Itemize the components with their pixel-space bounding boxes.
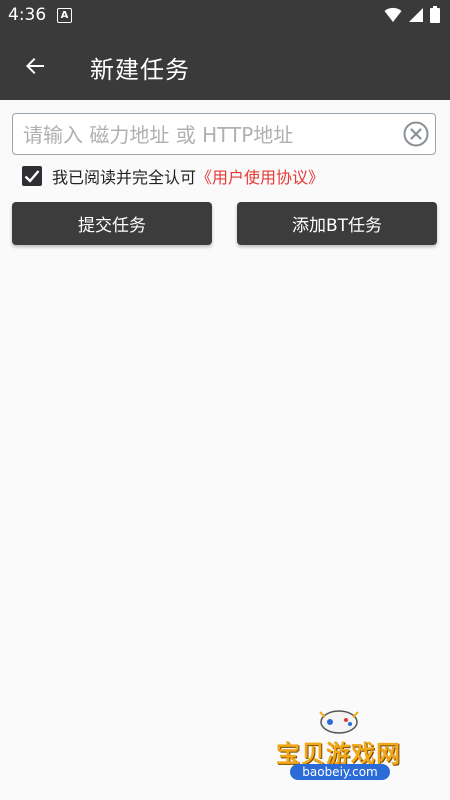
submit-task-button[interactable]: 提交任务 [12,202,212,245]
gamepad-icon [319,710,359,734]
watermark-domain: baobeiy.com [290,764,390,780]
url-input[interactable] [21,114,405,155]
agreement-text: 我已阅读并完全认可 [52,168,197,187]
app-bar: 新建任务 [0,30,450,100]
arrow-back-icon [26,58,44,74]
agreement-checkbox[interactable] [22,166,42,186]
status-bar: 4:36 A [0,0,450,30]
agreement-row: 我已阅读并完全认可 《用户使用协议》 [22,165,324,187]
user-agreement-link[interactable]: 《用户使用协议》 [196,164,324,188]
battery-icon [430,6,440,23]
url-field [12,113,436,155]
watermark: 宝贝游戏网 baobeiy.com [268,700,428,800]
checkmark-icon [24,170,40,183]
page-title: 新建任务 [90,56,190,84]
notification-icon: A [57,8,72,23]
back-button[interactable] [14,45,56,87]
status-icons [384,6,440,23]
wifi-icon [384,7,402,22]
add-bt-task-button[interactable]: 添加BT任务 [237,202,437,245]
status-time: 4:36 [8,5,47,25]
clear-icon[interactable] [403,121,429,147]
signal-icon [409,7,423,22]
